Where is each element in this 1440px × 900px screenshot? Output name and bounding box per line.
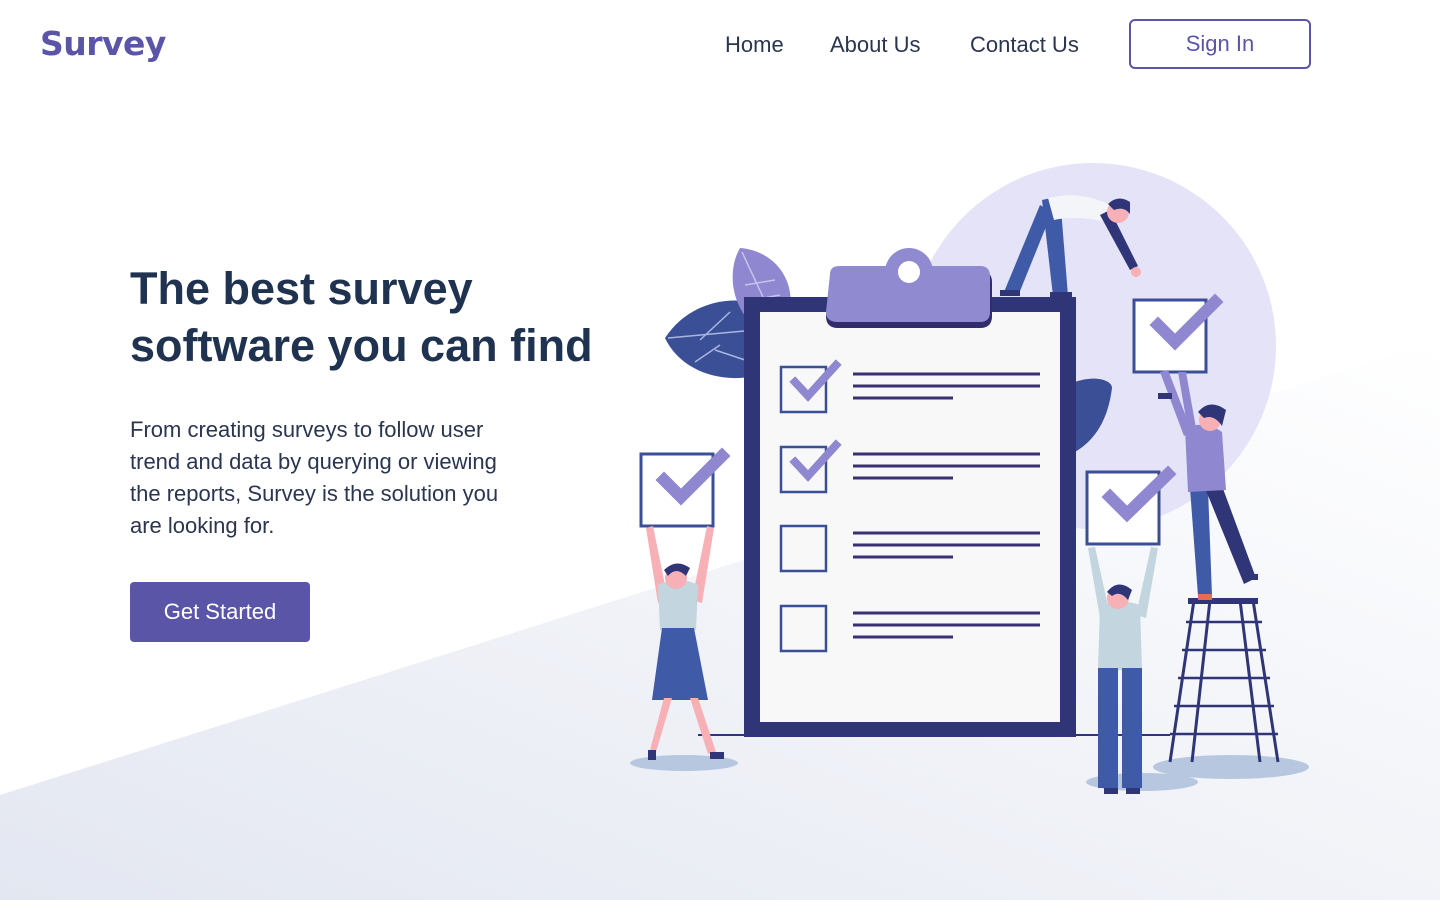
sign-in-button[interactable]: Sign In: [1129, 19, 1311, 69]
checkbox-card-top-right: [1132, 293, 1224, 374]
shadow: [1153, 755, 1309, 779]
get-started-button[interactable]: Get Started: [130, 582, 310, 642]
person-middle-illustration: [1088, 547, 1158, 794]
hero-description: From creating surveys to follow user tre…: [130, 417, 499, 538]
checkbox-card-middle-right: [1085, 465, 1177, 546]
hero-title: The best survey software you can find: [130, 263, 593, 371]
clipboard-checklist-illustration: [630, 163, 1309, 794]
logo[interactable]: Survey: [40, 24, 166, 64]
person-left-illustration: [646, 526, 724, 760]
nav-link-home[interactable]: Home: [725, 31, 784, 59]
nav-link-contact-us[interactable]: Contact Us: [970, 31, 1079, 59]
ladder-icon: [1168, 598, 1280, 763]
nav-link-about-us[interactable]: About Us: [830, 31, 921, 59]
top-navbar: Survey Home About Us Contact Us Sign In: [0, 0, 1440, 90]
checkbox-card-left: [639, 447, 731, 528]
